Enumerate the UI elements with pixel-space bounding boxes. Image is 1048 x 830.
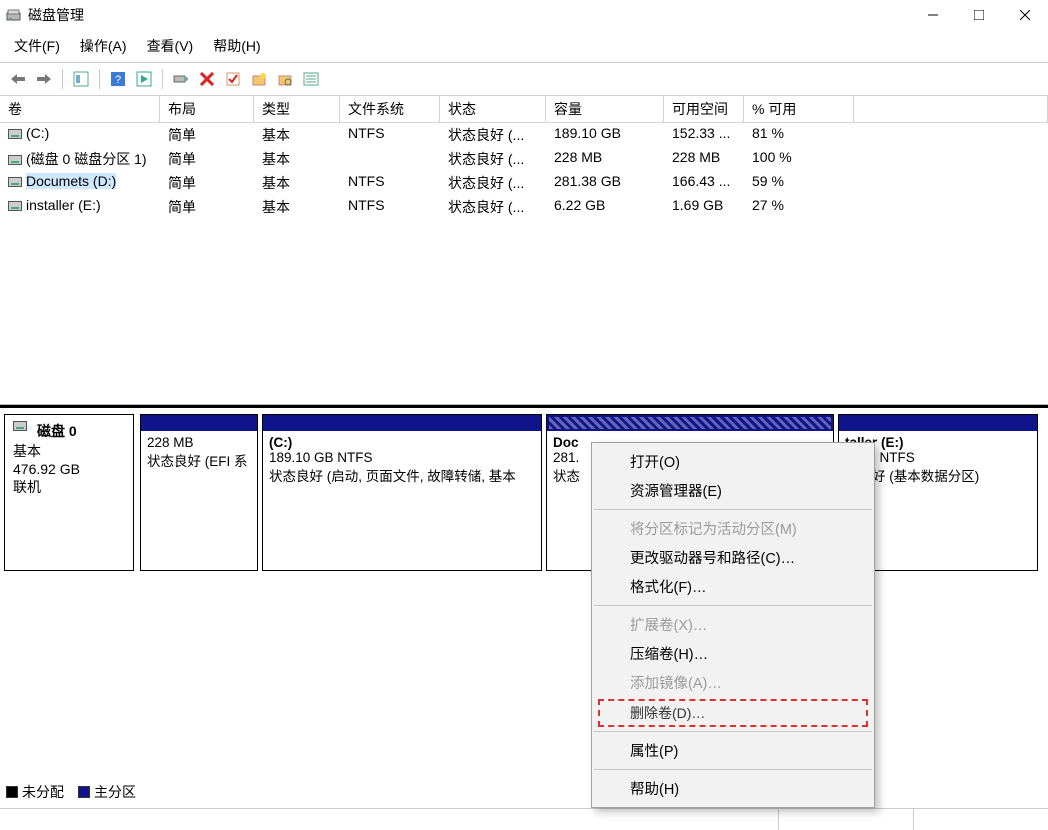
volume-list: (C:) 简单 基本 NTFS 状态良好 (... 189.10 GB 152.…: [0, 123, 1048, 405]
connect-icon[interactable]: [169, 67, 193, 91]
context-menu: 打开(O) 资源管理器(E) 将分区标记为活动分区(M) 更改驱动器号和路径(C…: [591, 442, 875, 808]
header-free[interactable]: 可用空间: [664, 96, 744, 123]
legend-swatch-primary: [78, 786, 90, 798]
delete-icon[interactable]: [195, 67, 219, 91]
menubar: 文件(F) 操作(A) 查看(V) 帮助(H): [0, 30, 1048, 63]
header-layout[interactable]: 布局: [160, 96, 254, 123]
status-segment: [913, 809, 1048, 830]
table-row[interactable]: (磁盘 0 磁盘分区 1) 简单 基本 状态良好 (... 228 MB 228…: [0, 147, 1048, 171]
menu-file[interactable]: 文件(F): [4, 32, 70, 60]
cm-help[interactable]: 帮助(H): [592, 774, 874, 803]
table-row[interactable]: (C:) 简单 基本 NTFS 状态良好 (... 189.10 GB 152.…: [0, 123, 1048, 147]
header-status[interactable]: 状态: [440, 96, 546, 123]
status-segment: [778, 809, 913, 830]
table-row[interactable]: Documets (D:) 简单 基本 NTFS 状态良好 (... 281.3…: [0, 171, 1048, 195]
drive-icon: [8, 177, 22, 187]
minimize-button[interactable]: [910, 0, 956, 30]
menu-help[interactable]: 帮助(H): [203, 32, 270, 60]
disk-graphic-area: 磁盘 0 基本 476.92 GB 联机 228 MB 状态良好 (EFI 系 …: [0, 405, 1048, 575]
header-pct[interactable]: % 可用: [744, 96, 854, 123]
header-slack: [854, 96, 1048, 123]
header-volume[interactable]: 卷: [0, 96, 160, 123]
window-controls: [910, 0, 1048, 30]
legend: 未分配 主分区: [6, 782, 136, 802]
partition-c[interactable]: (C:) 189.10 GB NTFS 状态良好 (启动, 页面文件, 故障转储…: [262, 414, 542, 571]
drive-icon: [8, 155, 22, 165]
help-button[interactable]: ?: [106, 67, 130, 91]
window-title: 磁盘管理: [28, 5, 910, 25]
cm-explorer[interactable]: 资源管理器(E): [592, 476, 874, 505]
titlebar: 磁盘管理: [0, 0, 1048, 30]
disk-mgmt-icon: [6, 7, 22, 23]
partition-efi[interactable]: 228 MB 状态良好 (EFI 系: [140, 414, 258, 571]
table-row[interactable]: installer (E:) 简单 基本 NTFS 状态良好 (... 6.22…: [0, 195, 1048, 219]
check-icon[interactable]: [221, 67, 245, 91]
drive-icon: [8, 129, 22, 139]
header-capacity[interactable]: 容量: [546, 96, 664, 123]
close-button[interactable]: [1002, 0, 1048, 30]
header-type[interactable]: 类型: [254, 96, 340, 123]
back-button[interactable]: [6, 67, 30, 91]
cm-format[interactable]: 格式化(F)…: [592, 572, 874, 601]
cm-extend: 扩展卷(X)…: [592, 610, 874, 639]
header-fs[interactable]: 文件系统: [340, 96, 440, 123]
cm-add-mirror: 添加镜像(A)…: [592, 668, 874, 697]
cm-mark-active: 将分区标记为活动分区(M): [592, 514, 874, 543]
drive-icon: [8, 201, 22, 211]
menu-view[interactable]: 查看(V): [137, 32, 204, 60]
cm-open[interactable]: 打开(O): [592, 447, 874, 476]
console-tree-button[interactable]: [69, 67, 93, 91]
disk-icon: [13, 421, 27, 431]
toolbar: ?: [0, 63, 1048, 96]
action-icon-button[interactable]: [132, 67, 156, 91]
cm-shrink[interactable]: 压缩卷(H)…: [592, 639, 874, 668]
cm-properties[interactable]: 属性(P): [592, 736, 874, 765]
legend-swatch-unallocated: [6, 786, 18, 798]
statusbar: [0, 808, 1048, 830]
cm-delete-volume[interactable]: 删除卷(D)…: [598, 699, 868, 727]
folder-new-icon[interactable]: [247, 67, 271, 91]
maximize-button[interactable]: [956, 0, 1002, 30]
menu-action[interactable]: 操作(A): [70, 32, 137, 60]
svg-text:?: ?: [115, 74, 121, 86]
cm-change-letter[interactable]: 更改驱动器号和路径(C)…: [592, 543, 874, 572]
list-icon[interactable]: [299, 67, 323, 91]
folder-search-icon[interactable]: [273, 67, 297, 91]
forward-button[interactable]: [32, 67, 56, 91]
volume-headers: 卷 布局 类型 文件系统 状态 容量 可用空间 % 可用: [0, 96, 1048, 123]
disk-label[interactable]: 磁盘 0 基本 476.92 GB 联机: [4, 414, 134, 571]
